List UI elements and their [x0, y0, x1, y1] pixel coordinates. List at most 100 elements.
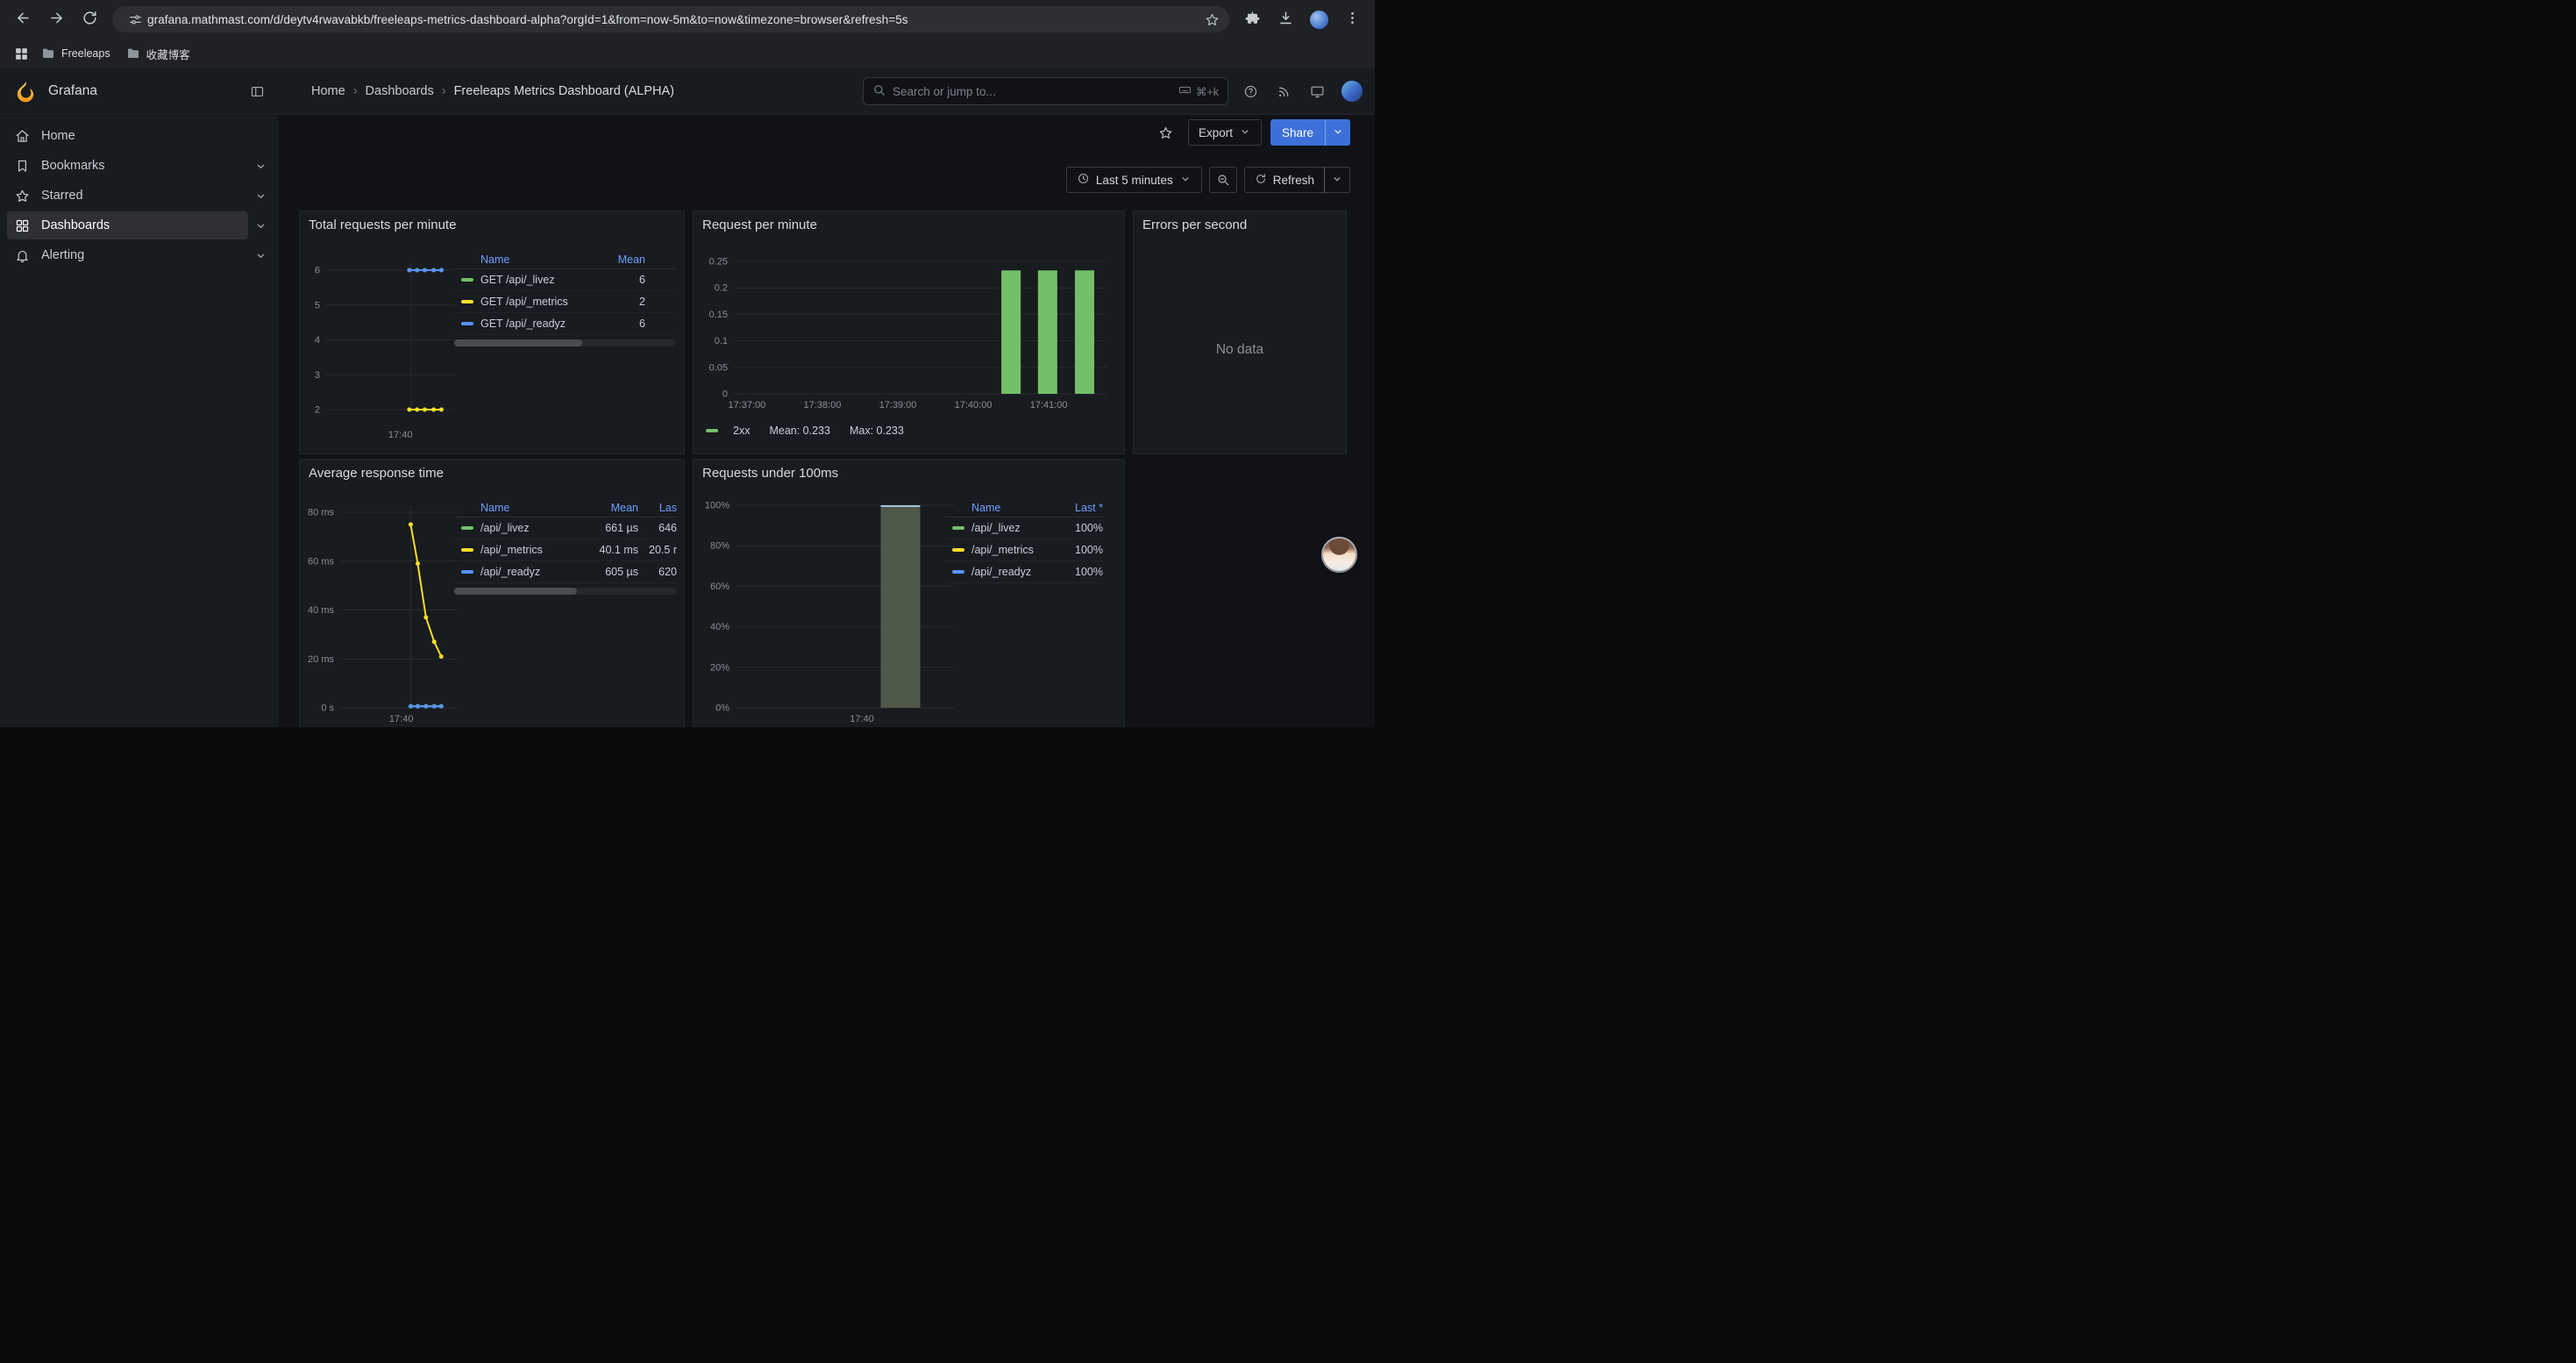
search-icon	[872, 83, 886, 99]
legend-scrollbar[interactable]	[454, 339, 675, 346]
svg-text:60 ms: 60 ms	[308, 556, 334, 567]
forward-icon	[48, 10, 65, 29]
legend-item[interactable]: 2xx Mean: 0.233 Max: 0.233	[706, 425, 904, 437]
site-settings-icon[interactable]	[123, 7, 147, 32]
chart-request-per-minute[interactable]: 0.250.20.150.10.05017:37:0017:38:0017:39…	[694, 243, 1121, 418]
legend-row[interactable]: GET /api/_livez6	[454, 269, 675, 291]
legend-row[interactable]: /api/_livez100%	[945, 517, 1103, 539]
legend-scrollbar[interactable]	[454, 588, 677, 595]
puzzle-icon	[1244, 10, 1261, 29]
sidebar-item-dashboards[interactable]: Dashboards	[7, 211, 248, 239]
legend-row[interactable]: /api/_readyz605 µs620	[454, 561, 677, 583]
series-last: 100%	[1052, 522, 1103, 534]
assistant-avatar[interactable]	[1323, 539, 1356, 571]
legend-col-last[interactable]: Last *	[1052, 502, 1103, 514]
legend-row[interactable]: /api/_metrics40.1 ms20.5 r	[454, 539, 677, 561]
panel-title[interactable]: Requests under 100ms	[702, 466, 838, 481]
brand-name: Grafana	[48, 83, 97, 99]
series-mean: 661 µs	[587, 522, 638, 534]
panel-average-response-time: Average response time 80 ms60 ms40 ms20 …	[299, 459, 685, 727]
sidebar-item-alerting[interactable]: Alerting	[7, 241, 248, 269]
refresh-split-button: Refresh	[1244, 167, 1350, 193]
favorite-star-icon[interactable]	[1153, 119, 1179, 146]
apps-grid-icon[interactable]	[9, 41, 33, 66]
series-swatch	[706, 429, 718, 432]
chart-total-requests[interactable]: 6543217:40	[300, 243, 463, 450]
reload-button[interactable]	[74, 4, 105, 35]
svg-text:3: 3	[315, 370, 320, 381]
star-icon	[15, 189, 30, 203]
share-split-button: Share	[1270, 119, 1350, 146]
legend-row[interactable]: /api/_readyz100%	[945, 561, 1103, 583]
legend-row[interactable]: GET /api/_readyz6	[454, 313, 675, 335]
help-icon[interactable]	[1235, 76, 1265, 106]
bookmark-list: Freeleaps收藏博客	[33, 42, 198, 66]
legend-col-name[interactable]: Name	[945, 502, 1052, 514]
chevron-down-icon[interactable]	[248, 211, 273, 239]
kiosk-mode-icon[interactable]	[1302, 76, 1332, 106]
panel-title[interactable]: Average response time	[309, 466, 444, 481]
share-menu-caret[interactable]	[1325, 119, 1350, 146]
breadcrumb-item[interactable]: Freeleaps Metrics Dashboard (ALPHA)	[454, 84, 674, 98]
chevron-down-icon[interactable]	[248, 152, 273, 180]
svg-text:20 ms: 20 ms	[308, 654, 334, 665]
chevron-down-icon[interactable]	[248, 241, 273, 269]
zoom-out-icon[interactable]	[1209, 167, 1237, 193]
panel-title[interactable]: Errors per second	[1142, 218, 1247, 232]
chart-under-100ms[interactable]: 100%80%60%40%20%0%17:40	[694, 491, 965, 726]
scrollbar-thumb[interactable]	[454, 588, 577, 595]
legend-row[interactable]: /api/_metrics100%	[945, 539, 1103, 561]
url-text[interactable]: grafana.mathmast.com/d/deytv4rwavabkb/fr…	[147, 13, 1199, 26]
legend-col-name[interactable]: Name	[454, 502, 587, 514]
browser-menu-icon[interactable]	[1336, 4, 1368, 35]
downloads-icon[interactable]	[1270, 4, 1301, 35]
profile-avatar[interactable]	[1303, 4, 1334, 35]
breadcrumb-item[interactable]: Home	[311, 84, 345, 98]
grafana-logo[interactable]	[14, 80, 37, 103]
bookmark-item[interactable]: 收藏博客	[118, 42, 198, 66]
scrollbar-thumb[interactable]	[454, 339, 582, 346]
refresh-interval-caret[interactable]	[1324, 167, 1350, 193]
svg-text:17:37:00: 17:37:00	[728, 400, 765, 410]
breadcrumb-item[interactable]: Dashboards	[366, 84, 434, 98]
breadcrumb: Home›Dashboards›Freeleaps Metrics Dashbo…	[279, 84, 863, 98]
series-name: /api/_livez	[971, 522, 1052, 534]
extensions-icon[interactable]	[1236, 4, 1268, 35]
address-bar[interactable]: grafana.mathmast.com/d/deytv4rwavabkb/fr…	[112, 6, 1229, 32]
svg-text:4: 4	[315, 335, 320, 346]
svg-text:17:40: 17:40	[389, 714, 414, 724]
legend-col-mean[interactable]: Mean	[605, 253, 645, 266]
legend-row[interactable]: GET /api/_metrics2	[454, 291, 675, 313]
bookmark-item[interactable]: Freeleaps	[33, 43, 118, 64]
refresh-button[interactable]: Refresh	[1244, 167, 1325, 193]
sidebar-item-starred[interactable]: Starred	[7, 182, 248, 210]
chart-avg-response-time[interactable]: 80 ms60 ms40 ms20 ms0 s17:40	[300, 491, 463, 726]
chevron-down-icon[interactable]	[248, 182, 273, 210]
panel-title[interactable]: Total requests per minute	[309, 218, 456, 232]
svg-text:60%: 60%	[710, 582, 729, 592]
series-swatch	[952, 548, 964, 552]
news-feed-icon[interactable]	[1269, 76, 1299, 106]
sidebar-toggle-icon[interactable]	[242, 76, 272, 106]
legend-row[interactable]: /api/_livez661 µs646	[454, 517, 677, 539]
series-mean: 6	[605, 318, 645, 330]
sidebar-item-label: Home	[41, 129, 75, 143]
export-button[interactable]: Export	[1188, 119, 1262, 146]
share-button[interactable]: Share	[1270, 119, 1325, 146]
sidebar-item-bookmarks[interactable]: Bookmarks	[7, 152, 248, 180]
time-range-picker[interactable]: Last 5 minutes	[1066, 167, 1202, 193]
refresh-icon	[1255, 173, 1267, 188]
panel-title[interactable]: Request per minute	[702, 218, 817, 232]
legend-col-last[interactable]: Las	[638, 502, 677, 514]
forward-button[interactable]	[40, 4, 72, 35]
legend-col-mean[interactable]: Mean	[587, 502, 638, 514]
bookmark-star-icon[interactable]	[1199, 7, 1224, 32]
legend-col-name[interactable]: Name	[454, 253, 605, 266]
back-button[interactable]	[7, 4, 39, 35]
time-controls: Last 5 minutes Refresh	[1066, 166, 1350, 194]
search-input[interactable]: Search or jump to... ⌘+k	[863, 77, 1228, 105]
legend-header: NameLast *	[945, 498, 1103, 517]
chevron-down-icon	[1331, 173, 1343, 188]
user-avatar[interactable]	[1341, 81, 1363, 102]
sidebar-item-home[interactable]: Home	[7, 122, 273, 150]
